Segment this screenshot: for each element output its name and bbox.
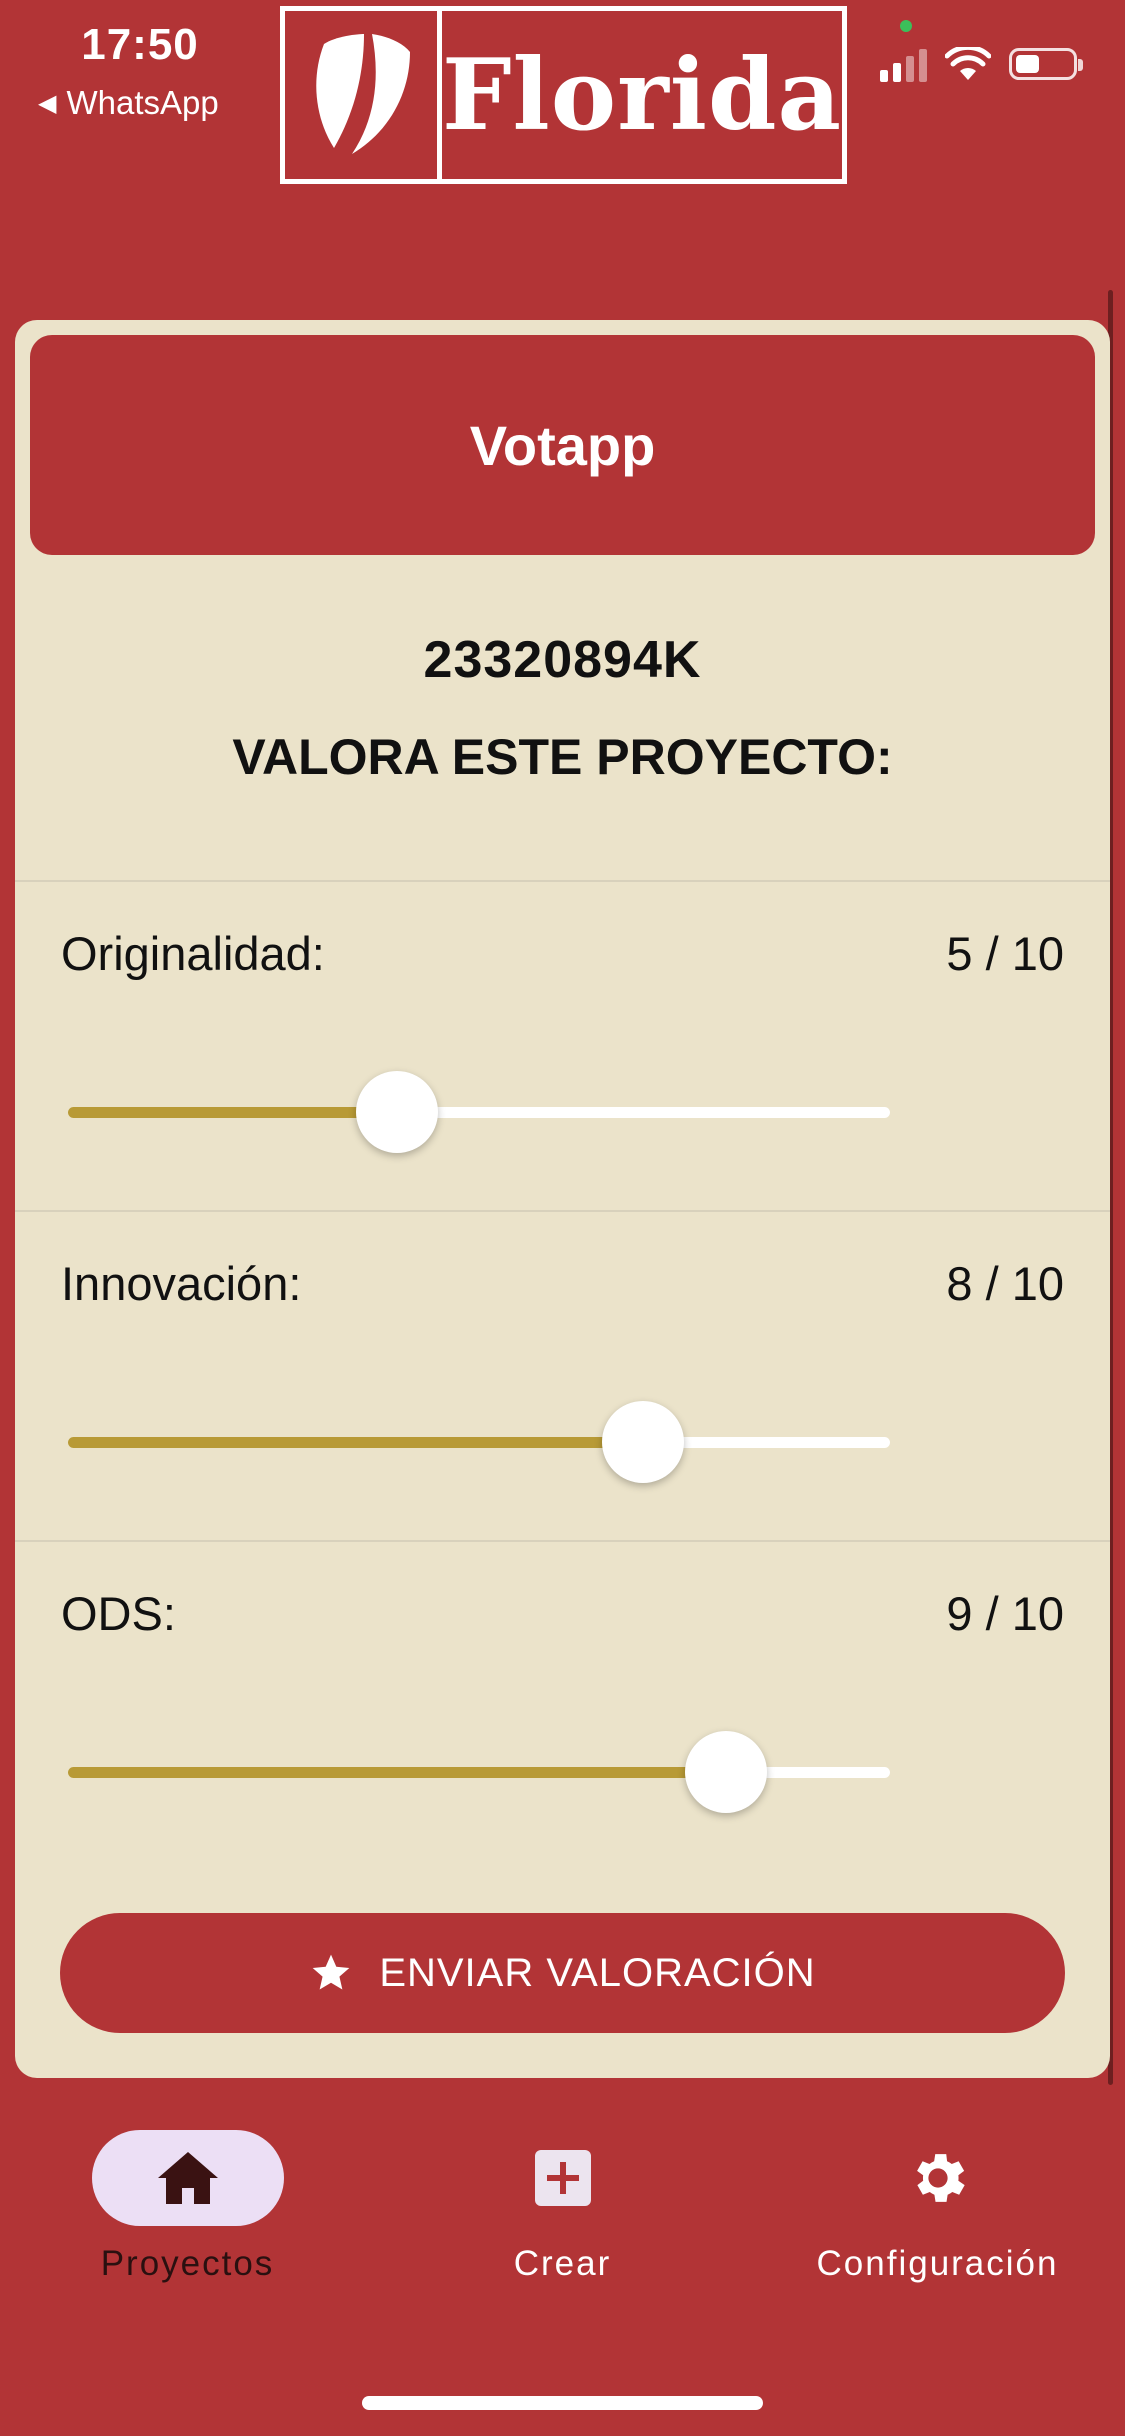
back-app-label: WhatsApp xyxy=(66,84,219,121)
criterion-score: 8 / 10 xyxy=(946,1257,1064,1310)
submit-label: ENVIAR VALORACIÓN xyxy=(379,1950,816,1995)
star-icon xyxy=(312,1954,350,1990)
status-icons xyxy=(880,46,1083,82)
signal-icon xyxy=(880,46,927,82)
home-indicator[interactable] xyxy=(362,2396,763,2410)
app-title: Votapp xyxy=(30,335,1095,555)
criterion-originalidad: Originalidad: 5 / 10 xyxy=(15,882,1110,1212)
wifi-icon xyxy=(945,47,991,80)
ods-slider[interactable] xyxy=(68,1731,890,1813)
gear-icon xyxy=(916,2154,965,2202)
nav-item-configuracion[interactable]: Configuración xyxy=(750,2130,1125,2284)
bottom-navigation: Proyectos Crear Configuración xyxy=(0,2100,1125,2340)
privacy-indicator-dot xyxy=(900,20,912,32)
add-box-icon xyxy=(534,2150,591,2206)
nav-label: Crear xyxy=(513,2244,612,2283)
criterion-label: ODS: xyxy=(61,1587,176,1640)
innovacion-slider[interactable] xyxy=(68,1401,890,1483)
shield-leaf-icon xyxy=(316,34,410,154)
rate-prompt: VALORA ESTE PROYECTO: xyxy=(232,729,893,785)
nav-item-crear[interactable]: Crear xyxy=(375,2130,750,2284)
battery-icon xyxy=(1009,48,1083,80)
submit-rating-button[interactable]: ENVIAR VALORACIÓN xyxy=(60,1913,1065,2033)
back-arrow-icon: ◀ xyxy=(38,89,57,117)
nav-label: Proyectos xyxy=(100,2244,275,2283)
status-time: 17:50 xyxy=(81,20,199,69)
vote-card: Votapp 23320894K VALORA ESTE PROYECTO: O… xyxy=(15,320,1110,2078)
florida-logo: Florida xyxy=(280,6,847,184)
project-id: 23320894K xyxy=(423,631,702,689)
criterion-label: Originalidad: xyxy=(61,927,325,980)
home-icon xyxy=(157,2152,218,2204)
logo-text: Florida xyxy=(441,37,842,153)
criterion-ods: ODS: 9 / 10 xyxy=(15,1542,1110,1872)
back-to-app-link[interactable]: ◀ WhatsApp xyxy=(38,84,219,122)
slider-thumb[interactable] xyxy=(355,1071,438,1153)
criterion-innovacion: Innovación: 8 / 10 xyxy=(15,1212,1110,1542)
nav-label: Configuración xyxy=(816,2244,1059,2283)
criterion-score: 5 / 10 xyxy=(946,927,1064,980)
slider-thumb[interactable] xyxy=(602,1401,685,1483)
nav-item-proyectos[interactable]: Proyectos xyxy=(0,2130,375,2284)
slider-thumb[interactable] xyxy=(684,1731,767,1813)
originalidad-slider[interactable] xyxy=(68,1071,890,1153)
criterion-score: 9 / 10 xyxy=(946,1587,1064,1640)
criterion-label: Innovación: xyxy=(61,1257,302,1310)
